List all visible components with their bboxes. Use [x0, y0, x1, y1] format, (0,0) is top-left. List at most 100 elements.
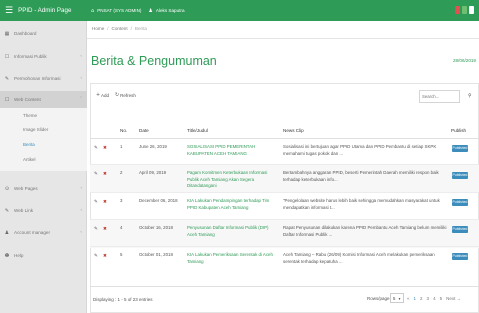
page-link-4[interactable]: 4 [433, 296, 436, 301]
chevron-down-icon: ▾ [398, 297, 401, 301]
role-label[interactable]: PNSAT (SYS ADMIN) [97, 8, 141, 13]
top-navbar: ☰ PPID - Admin Page ⌂ PNSAT (SYS ADMIN) … [0, 0, 479, 21]
divider [90, 286, 479, 287]
submenu-item-image-slider[interactable]: Image Slider [0, 122, 87, 136]
close-dot[interactable] [455, 6, 460, 14]
delete-icon[interactable]: ✖ [103, 146, 107, 151]
column-header-date[interactable]: Date [139, 128, 149, 133]
breadcrumb-content[interactable]: Content [112, 26, 128, 31]
cell-no: 1 [120, 144, 123, 149]
published-badge[interactable]: Published [452, 226, 468, 233]
search-icon[interactable]: ⚲ [468, 93, 472, 99]
sidebar-item-informasi-publik[interactable]: ☐ Informasi Publik ‹ [0, 48, 87, 65]
cell-date: October 16, 2018 [139, 225, 173, 230]
window-controls [455, 6, 474, 14]
account-icon: ♟ [4, 229, 10, 236]
edit-icon[interactable]: ✎ [94, 200, 98, 205]
refresh-icon: ↻ [115, 93, 120, 98]
cell-title-link[interactable]: KIA Lakukan Pendampingan terhadap Tim PP… [187, 198, 277, 211]
published-badge[interactable]: Published [452, 253, 468, 260]
sidebar: ▦ Dashboard ☐ Informasi Publik ‹ ✎ Permo… [0, 21, 87, 313]
cell-no: 3 [120, 198, 123, 203]
delete-icon[interactable]: ✖ [103, 227, 107, 232]
refresh-label: Refresh [120, 93, 136, 98]
submenu-item-artikel[interactable]: Artikel [0, 152, 87, 166]
cell-date: December 06, 2018 [139, 198, 178, 203]
page-link-5[interactable]: 5 [440, 296, 443, 301]
breadcrumb: Home / Content / Berita [92, 26, 147, 31]
edit-icon: ✎ [4, 75, 10, 82]
status-dot[interactable] [462, 6, 467, 14]
column-header-news-clip[interactable]: News Clip [283, 128, 304, 133]
chevron-left-icon: ‹ [80, 76, 82, 81]
sidebar-item-web-pages[interactable]: ⊙ Web Pages ‹ [0, 180, 87, 197]
menu-dot[interactable] [469, 6, 474, 14]
delete-icon[interactable]: ✖ [103, 200, 107, 205]
submenu-item-berita[interactable]: Berita [0, 137, 87, 151]
published-badge[interactable]: Published [452, 199, 468, 206]
menu-toggle-icon[interactable]: ☰ [5, 6, 13, 16]
chevron-left-icon: ‹ [80, 186, 82, 191]
chevron-left-icon: ‹ [80, 54, 82, 59]
column-header-no[interactable]: No. [120, 128, 127, 133]
page-link-3[interactable]: 3 [427, 296, 430, 301]
brand[interactable]: ☰ PPID - Admin Page [0, 0, 87, 21]
sidebar-item-help[interactable]: ❶ Help [0, 247, 87, 264]
sidebar-item-label: Web Link [14, 208, 34, 213]
sidebar-item-web-link[interactable]: ✎ Web Link ‹ [0, 202, 87, 219]
delete-icon[interactable]: ✖ [103, 254, 107, 259]
chevron-down-icon: ˅ [79, 97, 82, 102]
sidebar-item-account-manager[interactable]: ♟ Account manager ‹ [0, 224, 87, 241]
sidebar-item-label: Dashboard [14, 31, 37, 36]
cell-title-link[interactable]: KIA Lakukan Pemeriksaan Serentak di Aceh… [187, 252, 277, 265]
column-header-publish[interactable]: Publish [451, 128, 466, 133]
pages-icon: ⊙ [4, 185, 10, 192]
published-badge[interactable]: Published [452, 145, 468, 152]
submenu-item-theme[interactable]: Theme [0, 108, 87, 122]
cell-title-link[interactable]: Pagam Komitmen Keterbukaan Informasi Pub… [187, 170, 277, 190]
cell-date: April 09, 2019 [139, 170, 167, 175]
breadcrumb-current: Berita [134, 26, 147, 31]
entries-info: Displaying : 1 - 5 of 23 entries [93, 297, 153, 302]
add-label: Add [101, 93, 110, 98]
rows-per-page-select[interactable]: 5 ▾ [390, 293, 404, 303]
edit-icon[interactable]: ✎ [94, 227, 98, 232]
edit-icon[interactable]: ✎ [94, 172, 98, 177]
refresh-button[interactable]: ↻ Refresh [115, 93, 136, 98]
breadcrumb-home[interactable]: Home [92, 26, 104, 31]
cell-no: 4 [120, 225, 123, 230]
rows-per-page-value: 5 [393, 296, 396, 301]
sidebar-item-dashboard[interactable]: ▦ Dashboard [0, 25, 87, 42]
user-name[interactable]: Aleks Saputra [156, 8, 185, 13]
sidebar-item-label: Permohonan Informasi [14, 76, 61, 81]
submenu-web-content: Theme Image Slider Berita Artikel [0, 108, 87, 171]
page-title: Berita & Pengumuman [91, 54, 217, 68]
delete-icon[interactable]: ✖ [103, 172, 107, 177]
toolbar: + Add ↻ Refresh [96, 93, 136, 98]
next-button[interactable]: Next → [446, 296, 461, 301]
edit-icon[interactable]: ✎ [94, 146, 98, 151]
document-icon: ☐ [4, 53, 10, 60]
pagination: « 1 2 3 4 5 Next → [407, 296, 461, 301]
page-link-1[interactable]: 1 [414, 296, 417, 301]
chevron-left-icon: ‹ [80, 230, 82, 235]
column-header-title[interactable]: Title/Judul [187, 128, 208, 133]
published-badge[interactable]: Published [452, 172, 468, 179]
search-input[interactable] [419, 90, 460, 103]
cell-title-link[interactable]: SOSIALISASI PPID PEMERINTAH KABUPATEN AC… [187, 144, 277, 157]
link-icon: ✎ [4, 207, 10, 214]
content-icon: ☐ [4, 96, 10, 103]
divider [87, 38, 479, 39]
sidebar-item-web-content[interactable]: ☐ Web Content ˅ [0, 91, 87, 108]
plus-icon: + [96, 93, 101, 98]
chevron-left-icon: ‹ [80, 208, 82, 213]
user-icon: ♟ [148, 7, 153, 14]
sidebar-item-permohonan[interactable]: ✎ Permohonan Informasi ‹ [0, 70, 87, 87]
cell-title-link[interactable]: Penyusunan Daftar Informasi Publik (DIP)… [187, 225, 277, 238]
prev-icon[interactable]: « [407, 296, 410, 301]
edit-icon[interactable]: ✎ [94, 254, 98, 259]
sidebar-item-label: Web Pages [14, 186, 38, 191]
user-menu[interactable]: ⌂ PNSAT (SYS ADMIN) ♟ Aleks Saputra [87, 8, 185, 14]
page-link-2[interactable]: 2 [420, 296, 423, 301]
add-button[interactable]: + Add [96, 93, 109, 98]
